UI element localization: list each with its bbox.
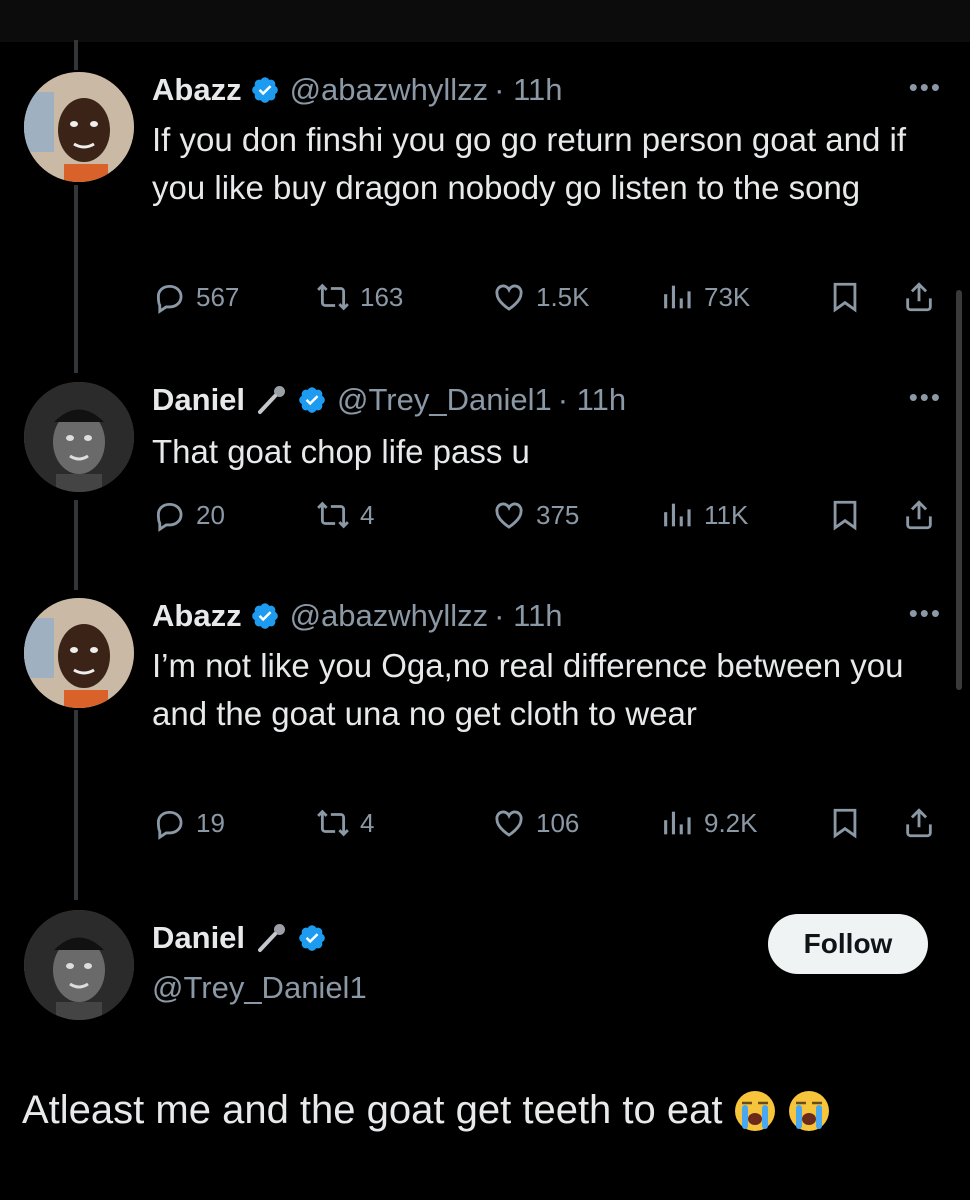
views-count: 11K [704, 499, 749, 530]
like-button[interactable]: 375 [492, 498, 579, 532]
views-count: 9.2K [704, 807, 758, 838]
retweet-count: 163 [360, 281, 404, 312]
more-icon[interactable]: ••• [909, 72, 942, 103]
timestamp[interactable]: · 11h [558, 382, 626, 418]
reply-count: 567 [196, 281, 240, 312]
user-handle[interactable]: @abazwhyllzz [290, 72, 489, 108]
reply-icon [152, 498, 186, 532]
like-count: 1.5K [536, 281, 590, 312]
microphone-icon [255, 383, 289, 417]
tweet-header: Abazz @abazwhyllzz · 11h [152, 72, 563, 108]
heart-icon [492, 280, 526, 314]
thread-line [74, 185, 78, 373]
tweet-header: Abazz @abazwhyllzz · 11h [152, 598, 563, 634]
loudly-crying-face-icon [787, 1089, 831, 1133]
share-button[interactable] [902, 498, 936, 532]
timestamp[interactable]: · 11h [494, 72, 562, 108]
like-button[interactable]: 1.5K [492, 280, 590, 314]
retweet-icon [316, 806, 350, 840]
views-icon [660, 498, 694, 532]
profile-header: Daniel [152, 920, 327, 956]
bookmark-button[interactable] [828, 806, 862, 840]
user-handle[interactable]: @Trey_Daniel1 [337, 382, 552, 418]
bookmark-button[interactable] [828, 498, 862, 532]
avatar[interactable] [24, 910, 134, 1020]
thread-line [74, 500, 78, 590]
retweet-count: 4 [360, 499, 375, 530]
verified-badge-icon [250, 75, 280, 105]
display-name[interactable]: Abazz [152, 72, 242, 108]
views-icon [660, 806, 694, 840]
tweet-text: If you don finshi you go go return perso… [152, 121, 907, 206]
top-bar [0, 0, 970, 42]
avatar[interactable] [24, 382, 134, 492]
user-handle[interactable]: @abazwhyllzz [290, 598, 489, 634]
scrollbar[interactable] [956, 290, 962, 690]
reply-button[interactable]: 19 [152, 806, 225, 840]
share-button[interactable] [902, 806, 936, 840]
profile-handle-row: @Trey_Daniel1 [152, 970, 367, 1006]
thread-line [74, 710, 78, 900]
share-icon [902, 806, 936, 840]
avatar[interactable] [24, 72, 134, 182]
microphone-icon [255, 921, 289, 955]
like-count: 106 [536, 807, 580, 838]
verified-badge-icon [297, 385, 327, 415]
action-bar: 19 4 106 9.2K [152, 806, 952, 846]
reply-button[interactable]: 567 [152, 280, 239, 314]
retweet-button[interactable]: 163 [316, 280, 403, 314]
display-name[interactable]: Daniel [152, 382, 245, 418]
avatar[interactable] [24, 598, 134, 708]
like-button[interactable]: 106 [492, 806, 579, 840]
bookmark-icon [828, 280, 862, 314]
action-bar: 567 163 1.5K 73K [152, 280, 952, 320]
main-tweet-text: Atleast me and the goat get teeth to eat [22, 1088, 723, 1132]
bookmark-button[interactable] [828, 280, 862, 314]
views-button[interactable]: 9.2K [660, 806, 758, 840]
views-button[interactable]: 73K [660, 280, 750, 314]
share-icon [902, 498, 936, 532]
display-name[interactable]: Abazz [152, 598, 242, 634]
share-button[interactable] [902, 280, 936, 314]
reply-button[interactable]: 20 [152, 498, 225, 532]
reply-count: 20 [196, 499, 225, 530]
action-bar: 20 4 375 11K [152, 498, 952, 538]
retweet-button[interactable]: 4 [316, 498, 374, 532]
user-handle[interactable]: @Trey_Daniel1 [152, 970, 367, 1006]
verified-badge-icon [250, 601, 280, 631]
share-icon [902, 280, 936, 314]
more-icon[interactable]: ••• [909, 382, 942, 413]
bookmark-icon [828, 498, 862, 532]
heart-icon [492, 806, 526, 840]
loudly-crying-face-icon [733, 1089, 777, 1133]
follow-button[interactable]: Follow [768, 914, 928, 974]
main-tweet: Atleast me and the goat get teeth to eat [22, 1088, 831, 1133]
timestamp[interactable]: · 11h [494, 598, 562, 634]
views-count: 73K [704, 281, 751, 312]
retweet-icon [316, 498, 350, 532]
views-button[interactable]: 11K [660, 498, 748, 532]
views-icon [660, 280, 694, 314]
retweet-icon [316, 280, 350, 314]
tweet-text: I’m not like you Oga,no real difference … [152, 647, 904, 732]
more-icon[interactable]: ••• [909, 598, 942, 629]
retweet-count: 4 [360, 807, 375, 838]
reply-count: 19 [196, 807, 225, 838]
reply-icon [152, 806, 186, 840]
reply-icon [152, 280, 186, 314]
tweet-header: Daniel @Trey_Daniel1 · 11h [152, 382, 626, 418]
heart-icon [492, 498, 526, 532]
bookmark-icon [828, 806, 862, 840]
verified-badge-icon [297, 923, 327, 953]
tweet-text: That goat chop life pass u [152, 433, 530, 470]
retweet-button[interactable]: 4 [316, 806, 374, 840]
like-count: 375 [536, 499, 580, 530]
thread-line [74, 40, 78, 70]
display-name[interactable]: Daniel [152, 920, 245, 956]
